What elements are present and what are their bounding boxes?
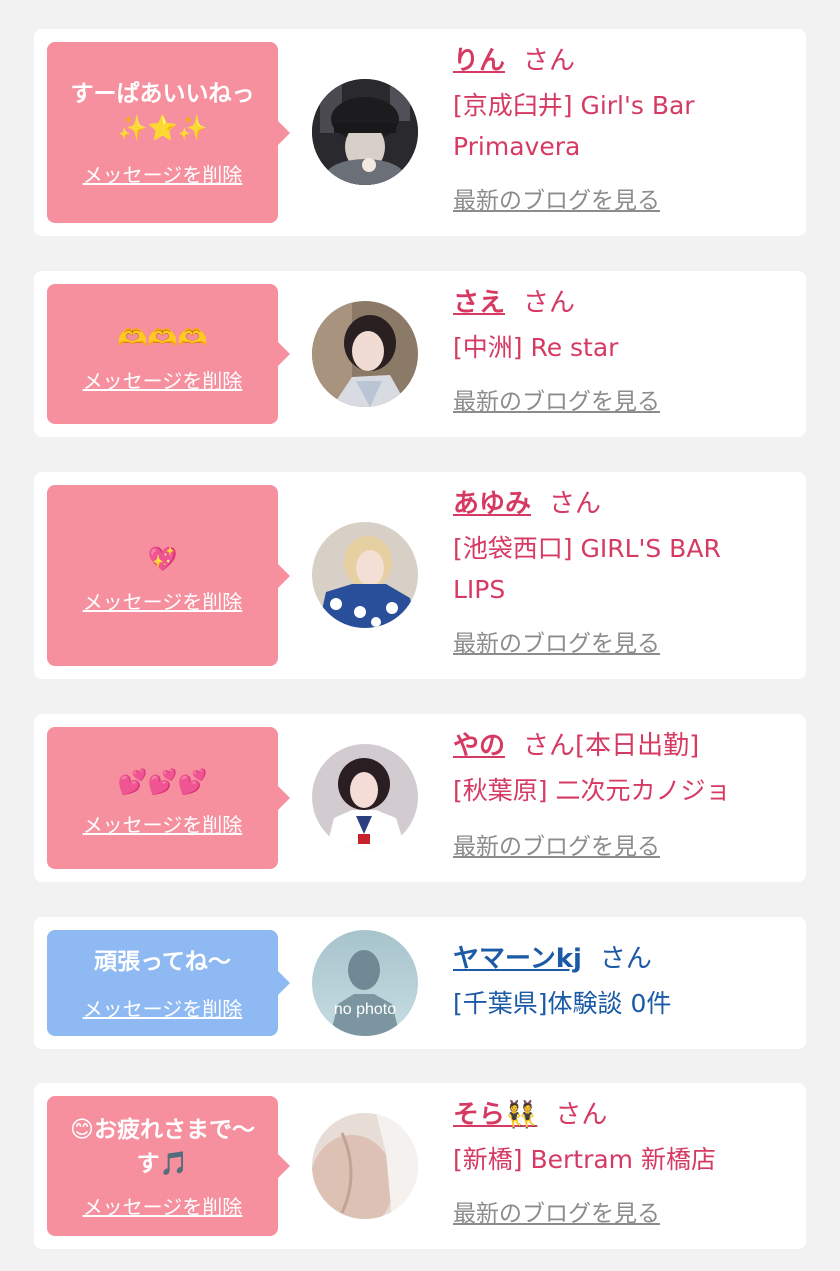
shop-line: Primavera [453, 132, 581, 161]
message-card: 😊お疲れさまで〜 す🎵 メッセージを削除 そら👯 さん [新橋] Bertram … [34, 1083, 806, 1249]
user-info: そら👯 さん [新橋] Bertram 新橋店 最新のブログを見る [453, 1095, 796, 1234]
shop-name: [秋葉原] 二次元カノジョ [453, 770, 796, 811]
user-name-link[interactable]: ヤマーンkj [453, 944, 582, 974]
message-text-line2: す🎵 [136, 1150, 189, 1177]
name-row: やの さん[本日出勤] [453, 726, 796, 766]
message-bubble: 💕💕💕 メッセージを削除 [47, 727, 290, 869]
avatar[interactable] [312, 301, 418, 407]
avatar[interactable] [312, 744, 418, 850]
shop-line: [京成臼井] Girl's Bar [453, 91, 695, 120]
name-row: さえ さん [453, 283, 796, 323]
user-name-link[interactable]: さえ [453, 288, 505, 318]
message-bubble: 🫶🫶🫶 メッセージを削除 [47, 284, 290, 424]
delete-message-link[interactable]: メッセージを削除 [83, 1191, 243, 1220]
shop-line: [新橋] Bertram 新橋店 [453, 1145, 716, 1174]
name-row: りん さん [453, 41, 796, 81]
message-bubble: 💖 メッセージを削除 [47, 485, 290, 666]
message-text: 😊お疲れさまで〜 [70, 1116, 255, 1143]
delete-message-link[interactable]: メッセージを削除 [83, 809, 243, 838]
message-card: すーぱあいいねっ ✨⭐✨ メッセージを削除 りん さん [京成臼井] Girl's… [34, 29, 806, 236]
message-card: 頑張ってね〜 メッセージを削除 no photo ヤマーンkj さん [千葉県]体… [34, 917, 806, 1049]
honorific-label: さん [523, 288, 576, 318]
avatar-photo [312, 1113, 418, 1219]
message-emoji: 💖 [147, 545, 178, 573]
honorific-label: さん [555, 1100, 608, 1130]
avatar[interactable]: no photo [312, 930, 418, 1036]
message-bubble: 😊お疲れさまで〜 す🎵 メッセージを削除 [47, 1096, 290, 1236]
user-info: さえ さん [中洲] Re star 最新のブログを見る [453, 283, 796, 422]
avatar-photo [312, 301, 418, 407]
message-emoji: 💕💕💕 [117, 767, 208, 796]
user-name-link[interactable]: あゆみ [453, 489, 531, 519]
avatar[interactable] [312, 1113, 418, 1219]
shop-line: [中洲] Re star [453, 333, 619, 362]
latest-blog-link[interactable]: 最新のブログを見る [453, 827, 796, 867]
honorific-label: さん [523, 731, 576, 761]
message-bubble: すーぱあいいねっ ✨⭐✨ メッセージを削除 [47, 42, 290, 223]
latest-blog-link[interactable]: 最新のブログを見る [453, 382, 796, 422]
message-emoji: ✨⭐✨ [117, 114, 208, 142]
shop-line: [秋葉原] 二次元カノジョ [453, 776, 731, 805]
name-row: ヤマーンkj さん [453, 939, 796, 979]
no-photo-label: no photo [334, 1001, 396, 1018]
shop-line: [池袋西口] GIRL'S BAR [453, 534, 721, 563]
name-row: あゆみ さん [453, 484, 796, 524]
user-name-link[interactable]: そら👯 [453, 1100, 537, 1130]
user-name-link[interactable]: りん [453, 46, 505, 76]
avatar[interactable] [312, 79, 418, 185]
shop-name: [池袋西口] GIRL'S BAR LIPS [453, 528, 796, 610]
message-text: すーぱあいいねっ [70, 81, 255, 107]
honorific-label: さん [599, 944, 652, 974]
user-name-link[interactable]: やの [453, 731, 505, 761]
latest-blog-link[interactable]: 最新のブログを見る [453, 181, 796, 221]
name-row: そら👯 さん [453, 1095, 796, 1135]
delete-message-link[interactable]: メッセージを削除 [83, 993, 243, 1022]
attendance-badge: [本日出勤] [575, 731, 700, 761]
avatar[interactable] [312, 522, 418, 628]
user-info: やの さん[本日出勤] [秋葉原] 二次元カノジョ 最新のブログを見る [453, 726, 796, 867]
message-bubble: 頑張ってね〜 メッセージを削除 [47, 930, 290, 1036]
avatar-photo [312, 744, 418, 850]
message-text: 頑張ってね〜 [94, 948, 231, 975]
avatar-photo: no photo [312, 930, 418, 1036]
shop-name: [中洲] Re star [453, 327, 796, 368]
message-card: 💖 メッセージを削除 あゆみ さん [池袋西口] GIRL'S BAR LIPS … [34, 472, 806, 679]
avatar-photo [312, 522, 418, 628]
honorific-label: さん [549, 489, 602, 519]
user-info: ヤマーンkj さん [千葉県]体験談 0件 [453, 939, 796, 1024]
user-info: あゆみ さん [池袋西口] GIRL'S BAR LIPS 最新のブログを見る [453, 484, 796, 664]
latest-blog-link[interactable]: 最新のブログを見る [453, 1194, 796, 1234]
shop-line: LIPS [453, 575, 506, 604]
shop-name: [京成臼井] Girl's Bar Primavera [453, 85, 796, 167]
message-card: 💕💕💕 メッセージを削除 やの さん[本日出勤] [秋葉原] 二次元カノジョ 最新… [34, 714, 806, 882]
latest-blog-link[interactable]: 最新のブログを見る [453, 624, 796, 664]
delete-message-link[interactable]: メッセージを削除 [83, 365, 243, 394]
user-info: りん さん [京成臼井] Girl's Bar Primavera 最新のブログを… [453, 41, 796, 221]
message-emoji: 🫶🫶🫶 [117, 323, 208, 352]
message-card: 🫶🫶🫶 メッセージを削除 さえ さん [中洲] Re star 最新のブログを見る [34, 271, 806, 437]
shop-name: [新橋] Bertram 新橋店 [453, 1139, 796, 1180]
avatar-photo [312, 79, 418, 185]
review-count: [千葉県]体験談 0件 [453, 989, 672, 1018]
honorific-label: さん [523, 46, 576, 76]
delete-message-link[interactable]: メッセージを削除 [83, 159, 243, 188]
shop-name: [千葉県]体験談 0件 [453, 983, 796, 1024]
delete-message-link[interactable]: メッセージを削除 [83, 586, 243, 615]
